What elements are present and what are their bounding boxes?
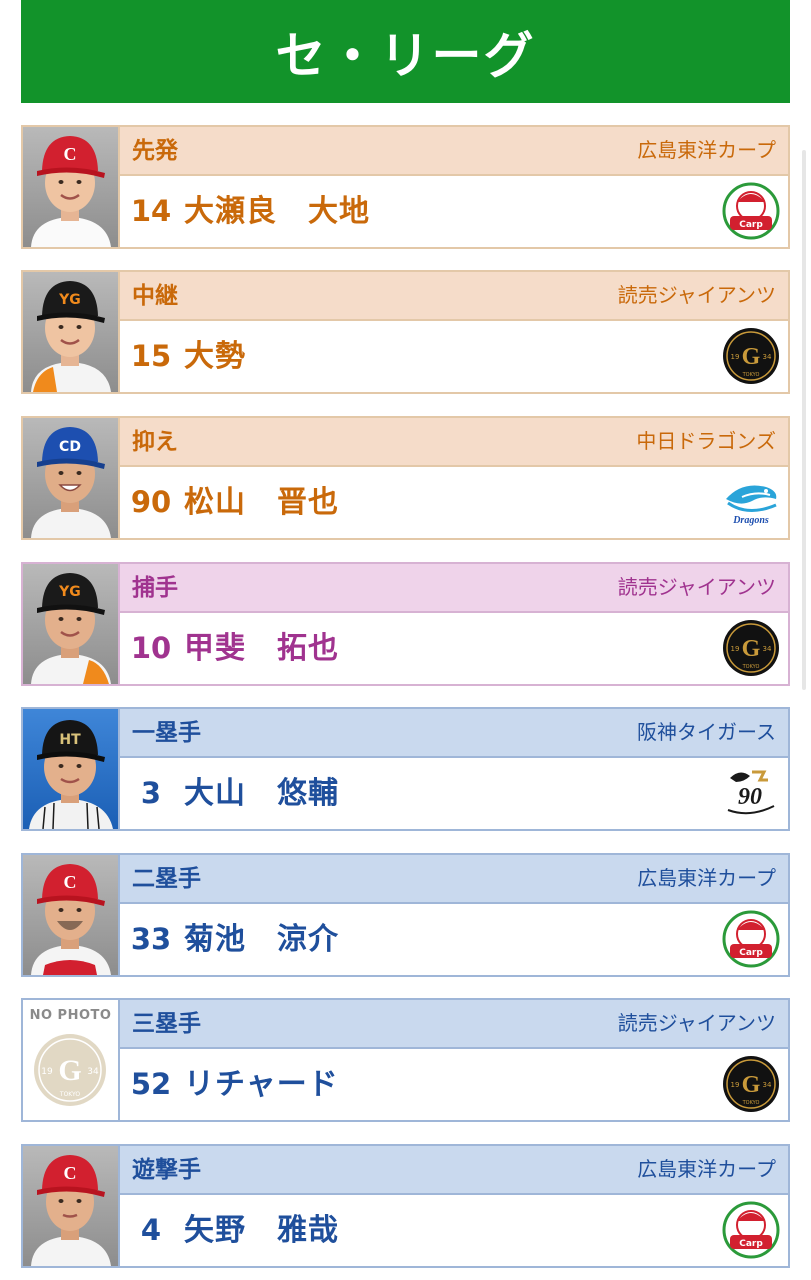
player-name[interactable]: 大瀬良 大地 bbox=[184, 176, 370, 247]
player-photo: C bbox=[23, 1146, 120, 1266]
uniform-number: 10 bbox=[130, 631, 172, 665]
player-card-third-base[interactable]: NO PHOTO G 19 34 TOKYO 三塁手 読売ジャイアンツ 52 リ… bbox=[21, 998, 790, 1122]
svg-text:TOKYO: TOKYO bbox=[59, 1091, 80, 1098]
team-name: 読売ジャイアンツ bbox=[617, 575, 776, 599]
carp-logo-icon: Carp bbox=[722, 1201, 780, 1259]
giants-logo-icon: G 19 34 TOKYO bbox=[723, 620, 779, 676]
svg-text:TOKYO: TOKYO bbox=[742, 664, 760, 670]
player-card-second-base[interactable]: C 二塁手 広島東洋カープ 33 菊池 涼介 Carp bbox=[21, 853, 790, 977]
position-label: 一塁手 bbox=[132, 720, 201, 746]
dragons-logo-icon: Dragons bbox=[726, 485, 777, 526]
uniform-number: 90 bbox=[130, 485, 172, 519]
page-title: セ・リーグ bbox=[21, 0, 790, 103]
svg-text:19: 19 bbox=[41, 1067, 53, 1077]
svg-text:Carp: Carp bbox=[739, 948, 763, 958]
position-label: 二塁手 bbox=[132, 866, 201, 892]
player-name[interactable]: リチャード bbox=[184, 1049, 339, 1120]
team-name: 阪神タイガース bbox=[637, 720, 776, 744]
no-photo-placeholder: NO PHOTO G 19 34 TOKYO bbox=[23, 1000, 120, 1120]
svg-text:34: 34 bbox=[763, 645, 772, 653]
svg-text:34: 34 bbox=[763, 353, 772, 361]
player-name[interactable]: 菊池 涼介 bbox=[184, 904, 339, 975]
team-name: 読売ジャイアンツ bbox=[617, 1011, 776, 1035]
svg-text:TOKYO: TOKYO bbox=[742, 372, 760, 378]
svg-text:YG: YG bbox=[58, 292, 81, 308]
player-name[interactable]: 大山 悠輔 bbox=[184, 758, 339, 829]
player-name[interactable]: 大勢 bbox=[184, 321, 246, 392]
player-card-shortstop[interactable]: C 遊撃手 広島東洋カープ 4 矢野 雅哉 Carp bbox=[21, 1144, 790, 1268]
uniform-number: 33 bbox=[130, 922, 172, 956]
position-label: 中継 bbox=[132, 283, 178, 309]
giants-logo-icon: G 19 34 TOKYO bbox=[723, 1056, 779, 1112]
svg-text:C: C bbox=[64, 1163, 77, 1183]
position-label: 捕手 bbox=[132, 575, 178, 601]
player-photo: C bbox=[23, 127, 120, 247]
team-name: 中日ドラゴンズ bbox=[636, 429, 776, 453]
svg-text:CD: CD bbox=[59, 439, 81, 455]
svg-text:34: 34 bbox=[87, 1067, 99, 1077]
tigers-logo-icon: 90 bbox=[727, 770, 775, 815]
player-card-reliever[interactable]: YG 中継 読売ジャイアンツ 15 大勢 G 19 34 TOKYO bbox=[21, 270, 790, 394]
player-card-closer[interactable]: CD 抑え 中日ドラゴンズ 90 松山 晋也 Dragons bbox=[21, 416, 790, 540]
uniform-number: 4 bbox=[140, 1213, 162, 1247]
carp-logo-icon: Carp bbox=[722, 182, 780, 240]
svg-text:G: G bbox=[742, 1072, 761, 1098]
player-card-first-base[interactable]: HT 一塁手 阪神タイガース 3 大山 悠輔 90 bbox=[21, 707, 790, 831]
scrollbar[interactable] bbox=[802, 150, 806, 690]
position-label: 三塁手 bbox=[132, 1011, 201, 1037]
svg-text:19: 19 bbox=[731, 1081, 740, 1089]
carp-logo-icon: Carp bbox=[722, 910, 780, 968]
svg-text:Carp: Carp bbox=[739, 1239, 763, 1249]
position-label: 遊撃手 bbox=[132, 1157, 201, 1183]
svg-text:Dragons: Dragons bbox=[732, 515, 769, 526]
team-name: 広島東洋カープ bbox=[637, 866, 776, 890]
svg-text:TOKYO: TOKYO bbox=[742, 1100, 760, 1106]
player-photo: YG bbox=[23, 272, 120, 392]
player-photo: HT bbox=[23, 709, 120, 829]
svg-text:YG: YG bbox=[58, 584, 81, 600]
player-card-starter[interactable]: C 先発 広島東洋カープ 14 大瀬良 大地 Carp bbox=[21, 125, 790, 249]
team-name: 広島東洋カープ bbox=[637, 138, 776, 162]
svg-text:G: G bbox=[742, 636, 761, 662]
svg-text:HT: HT bbox=[59, 732, 81, 748]
player-card-catcher[interactable]: YG 捕手 読売ジャイアンツ 10 甲斐 拓也 G 19 34 TOKYO bbox=[21, 562, 790, 686]
svg-text:90: 90 bbox=[738, 784, 762, 810]
player-photo: CD bbox=[23, 418, 120, 538]
svg-text:19: 19 bbox=[731, 353, 740, 361]
player-name[interactable]: 矢野 雅哉 bbox=[184, 1195, 339, 1266]
uniform-number: 52 bbox=[130, 1067, 172, 1101]
svg-text:C: C bbox=[64, 144, 77, 164]
uniform-number: 15 bbox=[130, 339, 172, 373]
player-photo: YG bbox=[23, 564, 120, 684]
giants-logo-icon: G 19 34 TOKYO bbox=[723, 328, 779, 384]
svg-text:G: G bbox=[742, 344, 761, 370]
svg-text:19: 19 bbox=[731, 645, 740, 653]
team-name: 読売ジャイアンツ bbox=[617, 283, 776, 307]
svg-text:Carp: Carp bbox=[739, 220, 763, 230]
svg-text:C: C bbox=[64, 872, 77, 892]
team-name: 広島東洋カープ bbox=[637, 1157, 776, 1181]
player-name[interactable]: 松山 晋也 bbox=[184, 467, 339, 538]
svg-text:G: G bbox=[58, 1054, 81, 1087]
player-photo: C bbox=[23, 855, 120, 975]
position-label: 先発 bbox=[132, 138, 178, 164]
svg-text:34: 34 bbox=[763, 1081, 772, 1089]
uniform-number: 14 bbox=[130, 194, 172, 228]
player-name[interactable]: 甲斐 拓也 bbox=[184, 613, 339, 684]
position-label: 抑え bbox=[132, 429, 178, 455]
uniform-number: 3 bbox=[140, 776, 162, 810]
